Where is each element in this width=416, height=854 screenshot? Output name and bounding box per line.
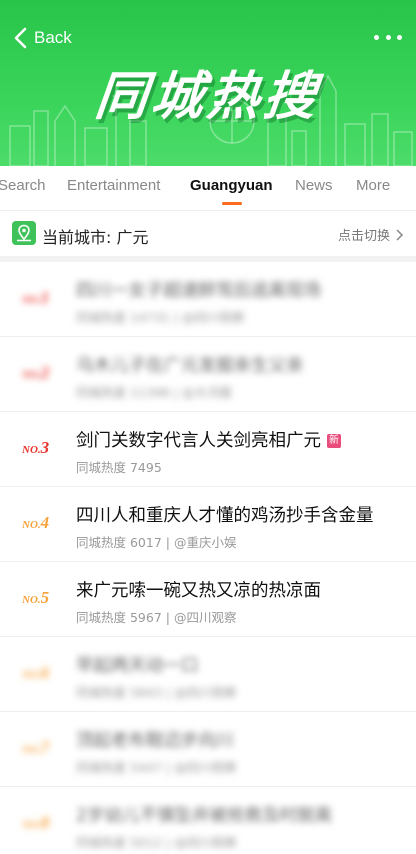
list-item[interactable]: NO.4 四川人和重庆人才懂的鸡汤抄手含金量 同城热度 6017 | @重庆小娱 [0, 487, 416, 562]
location-pin-icon [12, 221, 36, 245]
rank-badge: NO.8 [22, 813, 50, 832]
hot-search-list: NO.1 四川一女子超速醉驾后逃离现场 同城热度 14731 | @四川观察 N… [0, 262, 416, 854]
item-title: 来广元嗦一碗又热又凉的热凉面 [76, 581, 321, 601]
more-options-icon[interactable] [374, 28, 402, 46]
active-tab-indicator [222, 202, 242, 205]
list-item[interactable]: NO.3 剑门关数字代言人关剑亮相广元新 同城热度 7495 [0, 412, 416, 487]
tab-guangyuan[interactable]: Guangyuan [190, 177, 273, 194]
list-item[interactable]: NO.7 顶起老布鞋迈步向川 同城热度 5447 | @四川观察 [0, 712, 416, 787]
tab-more[interactable]: More [356, 177, 390, 194]
item-meta: 同城热度 5843 | @四川观察 [76, 685, 237, 700]
header-banner: Back 同城热搜 [0, 0, 416, 166]
list-item[interactable]: NO.1 四川一女子超速醉驾后逃离现场 同城热度 14731 | @四川观察 [0, 262, 416, 337]
tab-search[interactable]: Search [0, 177, 46, 194]
tab-entertainment[interactable]: Entertainment [67, 177, 160, 194]
item-title: 剑门关数字代言人关剑亮相广元新 [76, 431, 341, 451]
chevron-left-icon [14, 27, 27, 49]
list-item[interactable]: NO.8 2岁幼儿不慎坠井被抢救及时脱离 同城热度 5012 | @四川观察 [0, 787, 416, 854]
item-title: 乌木儿子在广元发掘亲生父亲 [76, 356, 304, 376]
list-item[interactable]: NO.5 来广元嗦一碗又热又凉的热凉面 同城热度 5967 | @四川观察 [0, 562, 416, 637]
rank-badge: NO.5 [22, 588, 50, 607]
rank-badge: NO.1 [22, 288, 50, 307]
item-title: 2岁幼儿不慎坠井被抢救及时脱离 [76, 806, 333, 826]
back-label: Back [34, 28, 72, 47]
switch-city-label: 点击切换 [337, 229, 390, 244]
item-meta: 同城热度 5967 | @四川观察 [76, 610, 237, 625]
current-city-bar: 当前城市: 广元 点击切换 [0, 210, 416, 256]
rank-badge: NO.3 [22, 438, 50, 457]
item-meta: 同城热度 6017 | @重庆小娱 [76, 535, 237, 550]
rank-badge: NO.2 [22, 363, 50, 382]
current-city-label: 当前城市: 广元 [42, 228, 149, 247]
item-meta: 同城热度 7495 [76, 460, 162, 475]
list-item[interactable]: NO.6 早起两天动一口 同城热度 5843 | @四川观察 [0, 637, 416, 712]
item-title: 顶起老布鞋迈步向川 [76, 731, 234, 751]
tab-bar: Search Entertainment Guangyuan News More [0, 166, 416, 210]
back-button[interactable]: Back [12, 26, 72, 50]
item-meta: 同城热度 11398 | @大河报 [76, 385, 232, 400]
tab-news[interactable]: News [295, 177, 333, 194]
item-title: 四川一女子超速醉驾后逃离现场 [76, 281, 321, 301]
item-meta: 同城热度 14731 | @四川观察 [76, 310, 245, 325]
new-badge: 新 [327, 434, 341, 448]
rank-badge: NO.4 [22, 513, 50, 532]
page-title: 同城热搜 [92, 67, 323, 127]
rank-badge: NO.7 [22, 738, 50, 757]
item-title: 早起两天动一口 [76, 656, 199, 676]
item-meta: 同城热度 5447 | @四川观察 [76, 760, 237, 775]
chevron-right-icon [396, 228, 404, 241]
switch-city-button[interactable]: 点击切换 [338, 225, 404, 244]
rank-badge: NO.6 [22, 663, 50, 682]
item-meta: 同城热度 5012 | @四川观察 [76, 835, 237, 850]
item-title: 四川人和重庆人才懂的鸡汤抄手含金量 [76, 506, 374, 526]
list-item[interactable]: NO.2 乌木儿子在广元发掘亲生父亲 同城热度 11398 | @大河报 [0, 337, 416, 412]
